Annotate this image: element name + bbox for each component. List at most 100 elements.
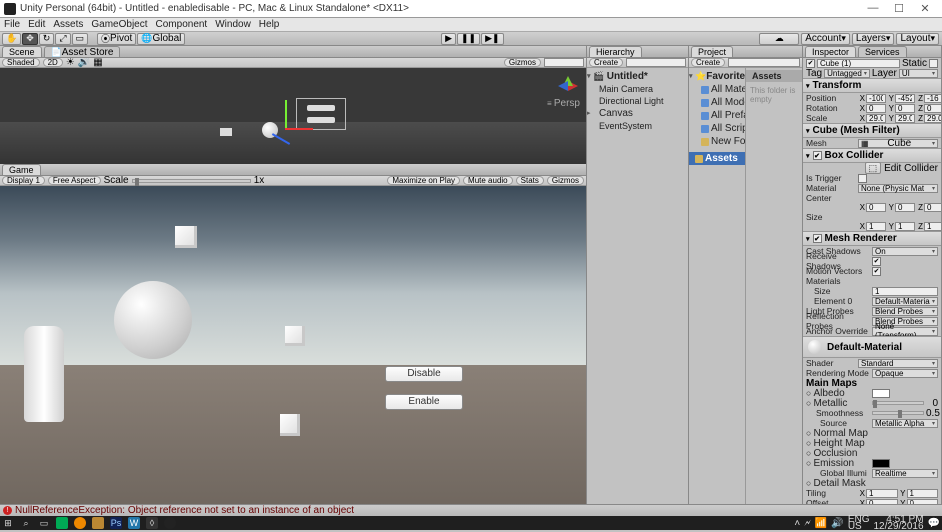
layer-dropdown[interactable]: UI xyxy=(899,69,938,78)
search-icon[interactable]: ⌕ xyxy=(20,517,32,529)
stats-toggle[interactable]: Stats xyxy=(516,176,544,185)
hierarchy-item-camera[interactable]: Main Camera xyxy=(587,83,688,95)
tab-hierarchy[interactable]: Hierarchy xyxy=(589,46,642,57)
gizmos-dropdown[interactable]: Gizmos xyxy=(504,58,541,67)
step-button[interactable]: ▶❚ xyxy=(481,33,503,45)
scale-tool-button[interactable]: ⤢ xyxy=(55,33,70,45)
menu-component[interactable]: Component xyxy=(156,19,208,30)
pos-x-input[interactable] xyxy=(866,94,886,103)
disable-button[interactable]: Disable xyxy=(385,366,463,382)
menu-file[interactable]: File xyxy=(4,19,20,30)
center-y-input[interactable] xyxy=(895,203,915,212)
tray-chevron-icon[interactable]: ˄ xyxy=(794,518,800,529)
project-assets-root[interactable]: Assets xyxy=(689,152,745,165)
rot-x-input[interactable] xyxy=(866,104,886,113)
taskview-icon[interactable]: ▭ xyxy=(38,517,50,529)
size-y-input[interactable] xyxy=(895,222,915,231)
metallic-slider[interactable] xyxy=(872,401,924,405)
rot-z-input[interactable] xyxy=(924,104,942,113)
account-dropdown[interactable]: Account ▾ xyxy=(801,33,850,45)
scale-y-input[interactable] xyxy=(895,114,915,123)
tiling-x-input[interactable] xyxy=(866,489,898,498)
project-fav-materials[interactable]: All Material xyxy=(689,83,745,96)
maximize-button[interactable]: ☐ xyxy=(892,2,906,15)
close-button[interactable]: ✕ xyxy=(918,2,932,15)
layers-dropdown[interactable]: Layers ▾ xyxy=(852,33,895,45)
taskbar-app-1[interactable] xyxy=(56,517,68,529)
motionvec-checkbox[interactable]: ✔ xyxy=(872,267,881,276)
rect-tool-button[interactable]: ▭ xyxy=(72,33,89,45)
rotate-tool-button[interactable]: ↻ xyxy=(39,33,55,45)
hierarchy-item-light[interactable]: Directional Light xyxy=(587,95,688,107)
2d-toggle[interactable]: 2D xyxy=(43,58,63,67)
taskbar-firefox-icon[interactable] xyxy=(74,517,86,529)
minimize-button[interactable]: — xyxy=(866,2,880,15)
tray-notifications-icon[interactable]: 💬 xyxy=(928,518,940,529)
rendermode-dropdown[interactable]: Opaque xyxy=(872,369,938,378)
shading-dropdown[interactable]: Shaded xyxy=(2,58,40,67)
anchor-field[interactable]: None (Transform) xyxy=(872,327,938,336)
project-fav-newfolder[interactable]: New Folder xyxy=(689,135,745,148)
tab-asset-store[interactable]: 📄 Asset Store xyxy=(44,46,121,57)
mute-audio-toggle[interactable]: Mute audio xyxy=(463,176,513,185)
project-create-dropdown[interactable]: Create xyxy=(691,58,725,67)
scene-search-input[interactable] xyxy=(544,58,584,67)
enable-button[interactable]: Enable xyxy=(385,394,463,410)
tab-scene[interactable]: Scene xyxy=(2,46,42,57)
hierarchy-item-canvas[interactable]: ▸Canvas xyxy=(587,107,688,120)
emission-color[interactable] xyxy=(872,459,890,468)
project-fav-prefabs[interactable]: All Prefabs xyxy=(689,109,745,122)
transform-header[interactable]: ▾Transform xyxy=(803,78,941,93)
istrigger-checkbox[interactable] xyxy=(858,174,867,183)
scene-light-icon[interactable]: ☀ xyxy=(66,57,75,68)
scene-audio-icon[interactable]: 🔊 xyxy=(78,57,90,68)
maximize-on-play-toggle[interactable]: Maximize on Play xyxy=(387,176,460,185)
project-fav-scripts[interactable]: All Scripts xyxy=(689,122,745,135)
albedo-color[interactable] xyxy=(872,389,890,398)
scale-slider[interactable] xyxy=(132,179,251,183)
mat-size-input[interactable] xyxy=(872,287,938,296)
global-toggle[interactable]: 🌐 Global xyxy=(137,33,185,45)
hierarchy-item-eventsystem[interactable]: EventSystem xyxy=(587,120,688,132)
scene-fx-icon[interactable]: ▦ xyxy=(93,57,102,68)
project-fav-models[interactable]: All Models xyxy=(689,96,745,109)
project-search-input[interactable] xyxy=(728,58,800,67)
console-bar[interactable]: ! NullReferenceException: Object referen… xyxy=(0,504,942,516)
taskbar-ps-icon[interactable]: Ps xyxy=(110,517,122,529)
smoothness-slider[interactable] xyxy=(872,411,924,415)
scene-canvas-rect[interactable] xyxy=(296,98,346,130)
menu-assets[interactable]: Assets xyxy=(53,19,83,30)
tiling-y-input[interactable] xyxy=(907,489,939,498)
pause-button[interactable]: ❚❚ xyxy=(457,33,480,45)
gameobject-name-input[interactable] xyxy=(817,59,900,68)
move-tool-button[interactable]: ✥ xyxy=(22,33,38,45)
size-z-input[interactable] xyxy=(924,222,942,231)
menu-gameobject[interactable]: GameObject xyxy=(91,19,147,30)
rot-y-input[interactable] xyxy=(895,104,915,113)
taskbar-unity-icon[interactable]: ◊ xyxy=(146,517,158,529)
boxcollider-header[interactable]: ▾✔Box Collider xyxy=(803,148,941,163)
tray-volume-icon[interactable]: 🔊 xyxy=(831,518,843,529)
lightprobes-dropdown[interactable]: Blend Probes xyxy=(872,307,938,316)
scale-x-input[interactable] xyxy=(866,114,886,123)
project-breadcrumb[interactable]: Assets xyxy=(746,70,802,82)
pos-y-input[interactable] xyxy=(895,94,915,103)
game-gizmos-dropdown[interactable]: Gizmos xyxy=(547,176,584,185)
game-view[interactable]: Disable Enable xyxy=(0,186,586,512)
hand-tool-button[interactable]: ✋ xyxy=(2,33,21,45)
menu-window[interactable]: Window xyxy=(215,19,251,30)
menu-help[interactable]: Help xyxy=(259,19,280,30)
tray-wifi-icon[interactable]: 📶 xyxy=(815,518,827,529)
tray-battery-icon[interactable]: 🗲 xyxy=(804,518,811,529)
hierarchy-search-input[interactable] xyxy=(626,58,686,67)
recvshadows-checkbox[interactable]: ✔ xyxy=(872,257,881,266)
orientation-gizmo[interactable] xyxy=(556,74,578,96)
shader-dropdown[interactable]: Standard xyxy=(858,359,938,368)
size-x-input[interactable] xyxy=(866,222,886,231)
meshfilter-header[interactable]: ▾Cube (Mesh Filter) xyxy=(803,123,941,138)
tab-project[interactable]: Project xyxy=(691,46,733,57)
tab-services[interactable]: Services xyxy=(858,46,907,57)
aspect-dropdown[interactable]: Free Aspect xyxy=(48,176,101,185)
elem0-field[interactable]: Default-Materia xyxy=(872,297,938,306)
projection-label[interactable]: ≡ Persp xyxy=(547,98,580,109)
